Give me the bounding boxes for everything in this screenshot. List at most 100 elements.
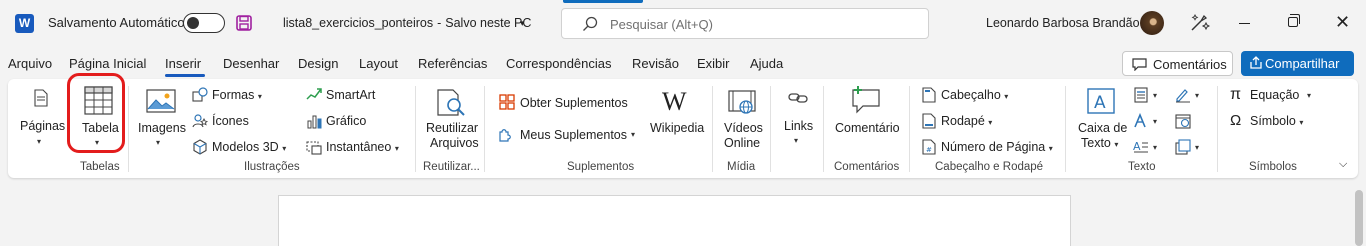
avatar[interactable]	[1140, 11, 1164, 35]
chevron-down-icon[interactable]: ▾	[631, 130, 635, 139]
group-divider	[484, 86, 485, 172]
search-input[interactable]: Pesquisar (Alt+Q)	[561, 8, 929, 39]
chevron-down-icon[interactable]: ▾	[1153, 143, 1157, 152]
drop-cap-icon[interactable]: A	[1133, 139, 1149, 158]
close-button[interactable]: ✕	[1335, 12, 1350, 32]
tab-correspondencias[interactable]: Correspondências	[506, 56, 612, 71]
group-label-simbolos: Símbolos	[1249, 161, 1297, 173]
screenshot-button[interactable]: Instantâneo ▾	[326, 140, 399, 154]
chevron-down-icon[interactable]: ▾	[37, 137, 41, 146]
wikipedia-button[interactable]: Wikipedia	[650, 121, 704, 135]
comments-button[interactable]: Comentários	[1122, 51, 1233, 76]
text-box-button-line2[interactable]: Texto ▾	[1081, 136, 1118, 150]
document-title[interactable]: lista8_exercicios_ponteiros - Salvo neste …	[283, 16, 531, 30]
group-label-comentarios: Comentários	[834, 161, 900, 173]
shapes-button[interactable]: Formas ▾	[212, 88, 262, 102]
icons-icon	[192, 113, 208, 132]
pi-icon: π	[1230, 86, 1242, 103]
my-addins-icon	[499, 126, 515, 145]
group-label-midia: Mídia	[727, 161, 756, 173]
group-divider	[1217, 86, 1218, 172]
user-name[interactable]: Leonardo Barbosa Brandão	[986, 16, 1140, 30]
tab-design[interactable]: Design	[298, 56, 338, 71]
tab-exibir[interactable]: Exibir	[697, 56, 730, 71]
quick-parts-icon[interactable]	[1133, 87, 1149, 106]
tab-pagina-inicial[interactable]: Página Inicial	[69, 56, 146, 71]
object-icon[interactable]	[1175, 139, 1191, 158]
equation-button[interactable]: Equação	[1250, 88, 1299, 102]
title-bar: W Salvamento Automático lista8_exercicio…	[0, 0, 1366, 48]
search-icon	[582, 16, 598, 35]
restore-button[interactable]	[1288, 14, 1300, 27]
group-label-reutilizar: Reutilizar...	[423, 161, 480, 173]
chevron-down-icon[interactable]: ▾	[794, 136, 798, 145]
chevron-down-icon[interactable]: ▾	[1153, 91, 1157, 100]
page-number-button[interactable]: Número de Página ▾	[941, 140, 1053, 154]
3d-models-label: Modelos 3D	[212, 140, 279, 154]
links-button[interactable]: Links	[784, 119, 813, 133]
icons-button[interactable]: Ícones	[212, 114, 249, 128]
reuse-files-icon	[436, 88, 466, 121]
share-icon	[1249, 56, 1263, 73]
new-comment-button[interactable]: Comentário	[835, 121, 900, 135]
symbol-button[interactable]: Símbolo ▾	[1250, 114, 1303, 128]
group-divider	[823, 86, 824, 172]
reuse-files-button-line2[interactable]: Arquivos	[430, 136, 479, 150]
chevron-down-icon[interactable]: ▾	[520, 18, 525, 29]
autosave-toggle[interactable]	[183, 13, 225, 33]
symbol-label: Símbolo	[1250, 114, 1296, 128]
get-addins-button[interactable]: Obter Suplementos	[520, 96, 628, 110]
group-divider	[415, 86, 416, 172]
wordart-icon[interactable]	[1133, 112, 1149, 132]
reuse-files-button[interactable]: Reutilizar	[426, 121, 478, 135]
chart-icon	[306, 113, 322, 132]
chevron-down-icon[interactable]: ▾	[1153, 117, 1157, 126]
tab-desenhar[interactable]: Desenhar	[223, 56, 279, 71]
smartart-button[interactable]: SmartArt	[326, 88, 375, 102]
group-divider	[909, 86, 910, 172]
word-icon[interactable]: W	[15, 14, 34, 33]
search-focus-indicator	[563, 0, 643, 3]
group-label-cabecalho-rodape: Cabeçalho e Rodapé	[935, 161, 1044, 173]
minimize-button[interactable]	[1239, 23, 1250, 24]
header-button[interactable]: Cabeçalho ▾	[941, 88, 1008, 102]
my-addins-label: Meus Suplementos	[520, 128, 628, 142]
tab-arquivo[interactable]: Arquivo	[8, 56, 52, 71]
pages-button[interactable]: Páginas	[20, 119, 65, 133]
signature-line-icon[interactable]	[1175, 87, 1191, 106]
save-icon[interactable]	[236, 15, 252, 34]
designer-icon[interactable]	[1188, 12, 1211, 37]
svg-text:#: #	[926, 146, 932, 154]
date-time-icon[interactable]	[1175, 113, 1191, 132]
tab-referencias[interactable]: Referências	[418, 56, 487, 71]
vertical-scrollbar[interactable]	[1355, 190, 1363, 246]
tab-ajuda[interactable]: Ajuda	[750, 56, 783, 71]
tab-revisao[interactable]: Revisão	[632, 56, 679, 71]
chevron-down-icon[interactable]: ▾	[1195, 143, 1199, 152]
3d-models-button[interactable]: Modelos 3D ▾	[212, 140, 286, 154]
document-name: lista8_exercicios_ponteiros	[283, 16, 434, 30]
store-icon	[499, 94, 515, 113]
images-icon	[146, 89, 176, 116]
group-divider	[712, 86, 713, 172]
wikipedia-icon: W	[662, 87, 687, 116]
chevron-down-icon[interactable]: ▾	[1195, 91, 1199, 100]
group-divider	[770, 86, 771, 172]
ribbon-collapse-icon[interactable]: ⌵	[1339, 158, 1347, 171]
footer-button[interactable]: Rodapé ▾	[941, 114, 992, 128]
images-button[interactable]: Imagens	[138, 121, 186, 135]
text-box-button[interactable]: Caixa de	[1078, 121, 1127, 135]
share-button[interactable]: Compartilhar	[1241, 51, 1354, 76]
document-page[interactable]	[278, 195, 1071, 246]
chevron-down-icon[interactable]: ▾	[156, 138, 160, 147]
comment-icon	[1132, 58, 1147, 74]
chevron-down-icon[interactable]: ▾	[1307, 91, 1311, 100]
chart-button[interactable]: Gráfico	[326, 114, 366, 128]
tab-layout[interactable]: Layout	[359, 56, 398, 71]
group-label-texto: Texto	[1128, 161, 1156, 173]
my-addins-button[interactable]: Meus Suplementos	[520, 128, 627, 142]
online-video-button-line2[interactable]: Online	[724, 136, 760, 150]
online-video-button[interactable]: Vídeos	[724, 121, 763, 135]
tab-inserir[interactable]: Inserir	[165, 56, 201, 71]
footer-label: Rodapé	[941, 114, 985, 128]
